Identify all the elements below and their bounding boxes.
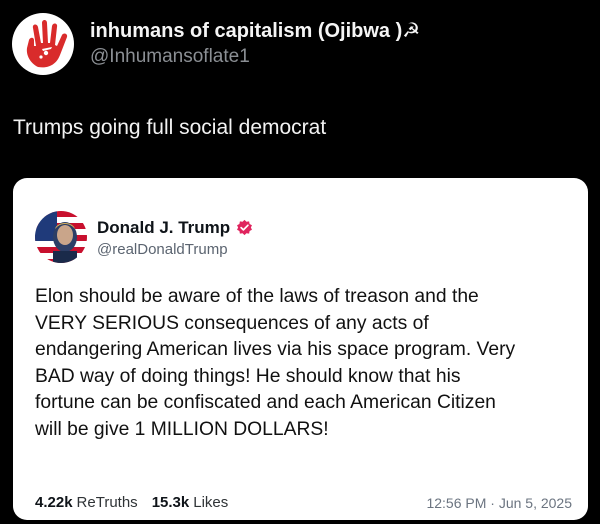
author-display-name[interactable]: inhumans of capitalism (Ojibwa )☭ [90, 19, 420, 43]
likes-count: 15.3k [151, 494, 190, 511]
quoted-author-name: Donald J. Trump [97, 217, 231, 237]
retruths-count: 4.22k [35, 494, 73, 511]
likes-stat: 15.3k Likes [152, 494, 229, 511]
retruths-label: ReTruths [76, 494, 138, 511]
retruths-stat: 4.22k ReTruths [35, 494, 138, 511]
verified-badge-icon [237, 219, 253, 235]
quoted-post-header: Donald J. Trump @realDonaldTrump [35, 211, 253, 263]
author-avatar[interactable] [12, 13, 74, 75]
quoted-author-avatar [35, 211, 87, 263]
quoted-post-body: Elon should be aware of the laws of trea… [35, 286, 516, 440]
quoted-author-handle: @realDonaldTrump [97, 240, 228, 258]
red-handprint-icon [26, 20, 68, 68]
post-text: Trumps going full social democrat [13, 116, 327, 139]
author-handle[interactable]: @Inhumansoflate1 [90, 45, 420, 69]
quoted-post-footer: 4.22k ReTruths 15.3k Likes 12:56 PM · Jun … [35, 494, 572, 511]
quoted-post-screenshot[interactable]: Donald J. Trump @realDonaldTrump Elon sh… [13, 178, 588, 520]
flag-portrait-icon [35, 211, 87, 263]
quoted-post-timestamp: 12:56 PM · Jun 5, 2025 [426, 494, 572, 511]
post-header: inhumans of capitalism (Ojibwa )☭ @Inhum… [12, 12, 420, 76]
likes-label: Likes [193, 494, 229, 511]
